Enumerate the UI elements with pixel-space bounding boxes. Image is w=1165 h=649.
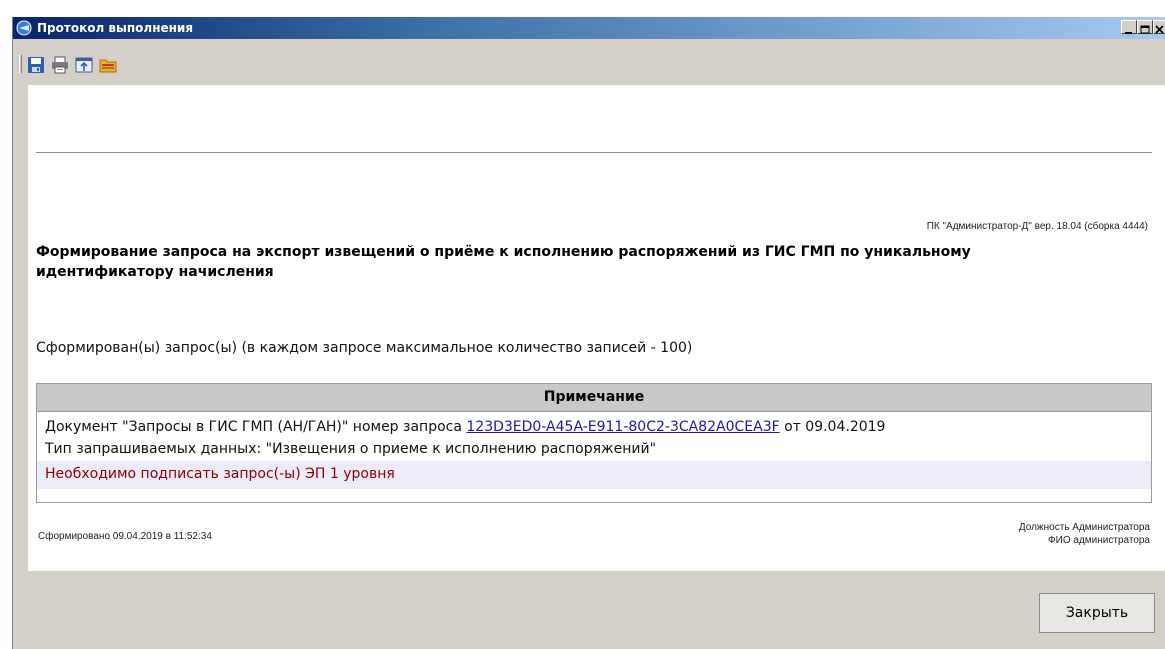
request-number-link[interactable]: 123D3ED0-A45A-E911-80C2-3CA82A0CEA3F (466, 419, 779, 435)
version-label: ПК "Администратор-Д" вер. 18.04 (сборка … (926, 221, 1148, 232)
print-button[interactable] (51, 56, 69, 74)
open-folder-icon (99, 59, 117, 73)
close-icon (1155, 25, 1164, 34)
warning-row: Необходимо подписать запрос(-ы) ЭП 1 уро… (37, 461, 1151, 489)
window-title: Протокол выполнения (37, 21, 194, 35)
note-column-header: Примечание (37, 384, 1151, 412)
signatory-name: ФИО администратора (1048, 535, 1150, 546)
print-icon (52, 56, 68, 74)
title-bar[interactable]: Протокол выполнения (13, 17, 1165, 39)
signatory-block: Должность Администратора ФИО администрат… (1019, 521, 1150, 547)
open-folder-button[interactable] (99, 56, 117, 74)
toolbar (13, 39, 1165, 85)
data-type-row: Тип запрашиваемых данных: "Извещения о п… (45, 441, 657, 457)
close-button[interactable]: Закрыть (1039, 593, 1155, 633)
maximize-button[interactable] (1137, 20, 1153, 34)
maximize-icon (1140, 25, 1150, 34)
export-button[interactable] (75, 56, 93, 74)
protocol-window: Протокол выполнения ПК "Администратор-Д"… (12, 17, 1165, 649)
toolbar-grip[interactable] (19, 55, 22, 73)
document-row: Документ "Запросы в ГИС ГМП (АН/ГАН)" но… (45, 419, 885, 435)
minimize-button[interactable] (1121, 20, 1137, 34)
save-button[interactable] (27, 56, 45, 74)
save-icon (28, 57, 44, 73)
document-date: от 09.04.2019 (779, 419, 886, 435)
note-table: Примечание Документ "Запросы в ГИС ГМП (… (36, 383, 1152, 503)
header-divider (36, 152, 1152, 153)
minimize-icon (1125, 32, 1132, 34)
document-prefix: Документ "Запросы в ГИС ГМП (АН/ГАН)" но… (45, 419, 467, 435)
signature-warning: Необходимо подписать запрос(-ы) ЭП 1 уро… (45, 466, 395, 482)
close-window-button[interactable] (1153, 20, 1165, 34)
export-icon (75, 57, 93, 73)
report-heading: Формирование запроса на экспорт извещени… (36, 244, 971, 280)
report-area: ПК "Администратор-Д" вер. 18.04 (сборка … (28, 85, 1165, 571)
app-icon (16, 20, 32, 36)
summary-text: Сформирован(ы) запрос(ы) (в каждом запро… (36, 340, 693, 356)
generated-timestamp: Сформировано 09.04.2019 в 11:52:34 (38, 531, 212, 542)
signatory-position: Должность Администратора (1018, 522, 1150, 533)
